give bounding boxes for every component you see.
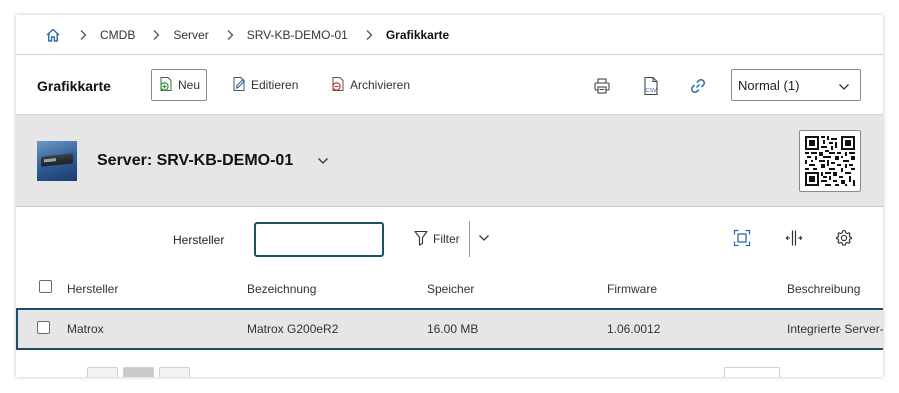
archive-label: Archivieren [350, 78, 411, 92]
breadcrumb-cmdb[interactable]: CMDB [100, 28, 135, 42]
new-label: Neu [178, 78, 201, 92]
edit-label: Editieren [251, 78, 299, 92]
server-thumbnail [37, 141, 77, 181]
filter-label: Hersteller [173, 233, 225, 247]
app-frame: CMDB Server SRV-KB-DEMO-01 Grafikkarte G… [16, 15, 883, 377]
column-header-bezeichnung[interactable]: Bezeichnung [247, 282, 316, 296]
home-icon[interactable] [44, 26, 62, 44]
chevron-right-icon [72, 28, 94, 42]
fit-screen-icon[interactable] [731, 227, 753, 249]
chevron-right-icon [219, 28, 241, 42]
toolbar: Grafikkarte Neu Editieren Archivieren CS… [16, 55, 883, 115]
page-title: Grafikkarte [37, 78, 111, 94]
breadcrumb: CMDB Server SRV-KB-DEMO-01 Grafikkarte [16, 15, 883, 55]
chevron-right-icon [145, 28, 167, 42]
filter-button-label: Filter [433, 232, 460, 246]
view-select[interactable]: Normal (1) [731, 69, 861, 101]
breadcrumb-object[interactable]: SRV-KB-DEMO-01 [247, 28, 348, 42]
filter-divider [469, 221, 470, 257]
table-row[interactable]: Matrox Matrox G200eR2 16.00 MB 1.06.0012… [16, 308, 883, 350]
pagination-page-button[interactable] [123, 367, 154, 377]
cell-bezeichnung: Matrox G200eR2 [247, 322, 339, 336]
row-checkbox[interactable] [37, 321, 50, 334]
filter-input[interactable] [254, 222, 384, 257]
column-resize-icon[interactable] [783, 227, 805, 249]
pagination-next-button[interactable] [159, 367, 190, 377]
column-header-hersteller[interactable]: Hersteller [67, 282, 118, 296]
archive-button[interactable]: Archivieren [324, 69, 416, 101]
cell-speicher: 16.00 MB [427, 322, 479, 336]
svg-text:CSV: CSV [646, 88, 658, 94]
column-header-firmware[interactable]: Firmware [607, 282, 657, 296]
edit-button[interactable]: Editieren [225, 69, 304, 101]
edit-document-icon [231, 76, 247, 95]
new-button[interactable]: Neu [151, 69, 208, 101]
chevron-down-icon [838, 80, 850, 95]
table-header: Hersteller Bezeichnung Speicher Firmware… [16, 273, 883, 309]
column-header-beschreibung[interactable]: Beschreibung [787, 282, 860, 296]
link-icon[interactable] [687, 75, 709, 97]
view-select-value: Normal (1) [738, 77, 800, 93]
select-all-checkbox[interactable] [39, 280, 52, 293]
cell-hersteller: Matrox [67, 322, 104, 336]
cell-firmware: 1.06.0012 [607, 322, 661, 336]
chevron-down-icon[interactable] [317, 155, 329, 169]
breadcrumb-current: Grafikkarte [385, 27, 450, 42]
pagination-prev-button[interactable] [87, 367, 118, 377]
gear-icon[interactable] [833, 227, 855, 249]
object-title: Server: SRV-KB-DEMO-01 [97, 152, 294, 169]
archive-document-icon [330, 76, 346, 95]
qr-code[interactable] [799, 130, 861, 192]
print-icon[interactable] [591, 75, 613, 97]
column-header-speicher[interactable]: Speicher [427, 282, 474, 296]
add-document-icon [158, 76, 174, 95]
object-header: Server: SRV-KB-DEMO-01 [16, 115, 883, 207]
filter-button[interactable]: Filter [414, 228, 460, 250]
chevron-down-icon[interactable] [477, 231, 491, 245]
cell-beschreibung: Integrierte Server- [787, 322, 883, 336]
page-size-select[interactable] [724, 367, 780, 377]
csv-export-icon[interactable]: CSV [640, 75, 662, 97]
chevron-right-icon [358, 28, 380, 42]
funnel-icon [414, 230, 428, 249]
breadcrumb-server[interactable]: Server [173, 28, 208, 42]
